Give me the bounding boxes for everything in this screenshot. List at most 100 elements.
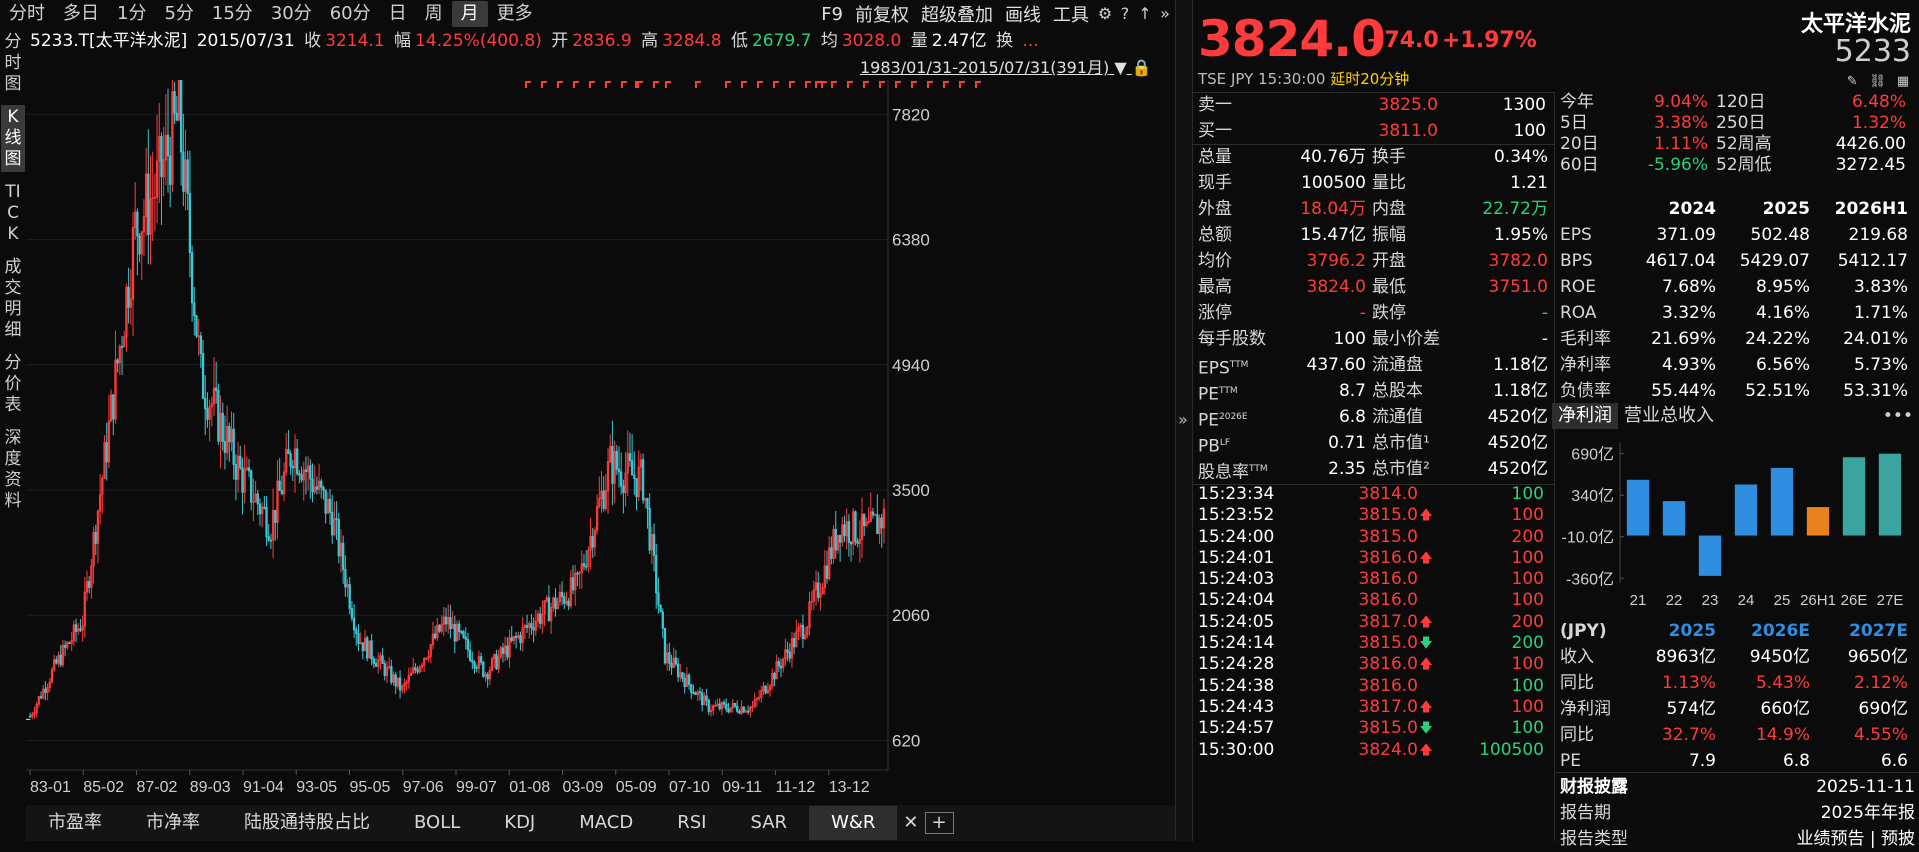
event-flag-icon[interactable]: [541, 81, 547, 88]
bar[interactable]: [1770, 467, 1794, 536]
lock-icon[interactable]: 🔒: [1132, 57, 1152, 79]
indicator-tab-8[interactable]: W&R: [809, 806, 898, 840]
up-arrow-icon[interactable]: ↑: [1135, 4, 1155, 24]
indicator-tab-7[interactable]: SAR: [728, 806, 809, 840]
bar[interactable]: [1734, 484, 1758, 536]
more-icon[interactable]: •••: [1877, 403, 1919, 429]
event-flag-icon[interactable]: [975, 81, 981, 88]
event-flag-icon[interactable]: [789, 81, 795, 88]
bar[interactable]: [1806, 507, 1830, 536]
add-icon[interactable]: +: [924, 812, 954, 834]
indicator-tab-5[interactable]: MACD: [557, 806, 655, 840]
bar[interactable]: [1662, 501, 1686, 536]
candle-body: [352, 617, 356, 631]
event-flag-icon[interactable]: [757, 81, 763, 88]
triangle-down-icon[interactable]: ▼: [1114, 57, 1126, 79]
candle-body: [838, 534, 842, 543]
event-flag-icon[interactable]: [725, 81, 731, 88]
event-flag-icon[interactable]: [821, 81, 827, 88]
timeframe-5[interactable]: 30分: [262, 1, 321, 27]
event-flag-icon[interactable]: [605, 81, 611, 88]
timeframe-7[interactable]: 日: [380, 1, 416, 27]
timeframe-8[interactable]: 周: [416, 1, 452, 27]
event-flag-icon[interactable]: [911, 81, 917, 88]
stat-label: 外盘: [1198, 196, 1286, 222]
bar-date: 2015/07/31: [196, 31, 295, 51]
event-flag-icon[interactable]: [815, 81, 821, 88]
timeframe-3[interactable]: 5分: [155, 1, 202, 27]
event-flag-icon[interactable]: [863, 81, 869, 88]
event-flag-icon[interactable]: [525, 81, 531, 88]
indicator-tab-1[interactable]: 市净率: [124, 806, 222, 840]
timeframe-6[interactable]: 60分: [321, 1, 380, 27]
tab-net-profit[interactable]: 净利润: [1552, 403, 1618, 429]
candle-body: [175, 112, 178, 121]
side-nav-item-5[interactable]: 深度资料: [1, 426, 25, 514]
indicator-tab-2[interactable]: 陆股通持股占比: [222, 806, 392, 840]
event-flag-icon[interactable]: [879, 81, 885, 88]
tick-list[interactable]: 15:23:34 3814.0 100 15:23:52 3815.0 🡅 100 15:24…: [1198, 484, 1550, 761]
link-icon[interactable]: ⛓: [1868, 72, 1888, 92]
timeframe-2[interactable]: 1分: [108, 1, 155, 27]
timeframe-0[interactable]: 分时: [0, 1, 54, 27]
event-flag-icon[interactable]: [927, 81, 933, 88]
timeframe-4[interactable]: 15分: [203, 1, 262, 27]
candle-body: [232, 428, 235, 465]
collapse-arrow-icon[interactable]: »: [1178, 410, 1188, 429]
forecast-table: (JPY) 2025 2026E 2027E 收入 8963亿 9450亿 9650亿 同比 1.…: [1560, 618, 1915, 774]
toolbar-tools[interactable]: 工具: [1047, 1, 1095, 27]
candle-body: [725, 703, 728, 710]
indicator-tab-0[interactable]: 市盈率: [26, 806, 124, 840]
close-icon[interactable]: ✕: [897, 806, 924, 840]
indicator-tab-3[interactable]: BOLL: [392, 806, 482, 840]
side-nav-item-1[interactable]: K线图: [1, 105, 25, 172]
double-chevron-right-icon[interactable]: »: [1155, 4, 1175, 24]
event-flag-icon[interactable]: [773, 81, 779, 88]
bar[interactable]: [1842, 457, 1866, 536]
forecast-value: 5.43%: [1755, 673, 1810, 693]
timeframe-10[interactable]: 更多: [488, 1, 542, 27]
event-flag-icon[interactable]: [741, 81, 747, 88]
toolbar-draw[interactable]: 画线: [999, 1, 1047, 27]
event-flag-icon[interactable]: [847, 81, 853, 88]
help-icon[interactable]: ?: [1115, 4, 1135, 24]
timeframe-1[interactable]: 多日: [54, 1, 108, 27]
gear-icon[interactable]: ⚙: [1095, 4, 1115, 24]
event-flag-icon[interactable]: [943, 81, 949, 88]
event-flag-icon[interactable]: [653, 81, 659, 88]
y-tick-label: 4940: [892, 356, 930, 375]
fin-header-cell: 2025: [1762, 199, 1810, 219]
event-flag-icon[interactable]: [895, 81, 901, 88]
bar[interactable]: [1626, 479, 1650, 536]
event-flag-icon[interactable]: [621, 81, 627, 88]
event-flag-icon[interactable]: [959, 81, 965, 88]
event-flag-icon[interactable]: [695, 81, 701, 88]
side-nav-item-3[interactable]: 成交明细: [1, 255, 25, 343]
more-dots[interactable]: ...: [1022, 31, 1038, 51]
side-nav-item-2[interactable]: TICK: [1, 180, 25, 247]
bar[interactable]: [1878, 453, 1902, 536]
toolbar-f9[interactable]: F9: [815, 4, 849, 25]
grid-icon[interactable]: ▦: [1893, 72, 1913, 92]
candle-body: [668, 652, 671, 664]
event-flag-icon[interactable]: [805, 81, 811, 88]
timeframe-9[interactable]: 月: [451, 1, 488, 27]
y-tick-label: 6380: [892, 231, 930, 250]
kline-chart[interactable]: 7820 6380 4940 3500 2060 620 83-01 85-02 87-02 89…: [0, 35, 1175, 800]
event-flag-icon[interactable]: [589, 81, 595, 88]
bar[interactable]: [1698, 535, 1722, 576]
event-flag-icon[interactable]: [573, 81, 579, 88]
tab-revenue[interactable]: 营业总收入: [1618, 403, 1720, 429]
event-flag-icon[interactable]: [665, 81, 671, 88]
toolbar-overlay[interactable]: 超级叠加: [915, 1, 999, 27]
edit-icon[interactable]: ✎: [1842, 72, 1862, 92]
event-flag-icon[interactable]: [557, 81, 563, 88]
indicator-tab-6[interactable]: RSI: [655, 806, 728, 840]
date-range[interactable]: 1983/01/31-2015/07/31(391月) ▼ 🔒: [860, 57, 1152, 79]
side-nav-item-0[interactable]: 分时图: [1, 30, 25, 97]
toolbar-adjust[interactable]: 前复权: [849, 1, 915, 27]
panel-divider[interactable]: »: [1175, 0, 1193, 841]
side-nav-item-4[interactable]: 分价表: [1, 351, 25, 418]
indicator-tab-4[interactable]: KDJ: [482, 806, 557, 840]
event-flag-icon[interactable]: [831, 81, 837, 88]
